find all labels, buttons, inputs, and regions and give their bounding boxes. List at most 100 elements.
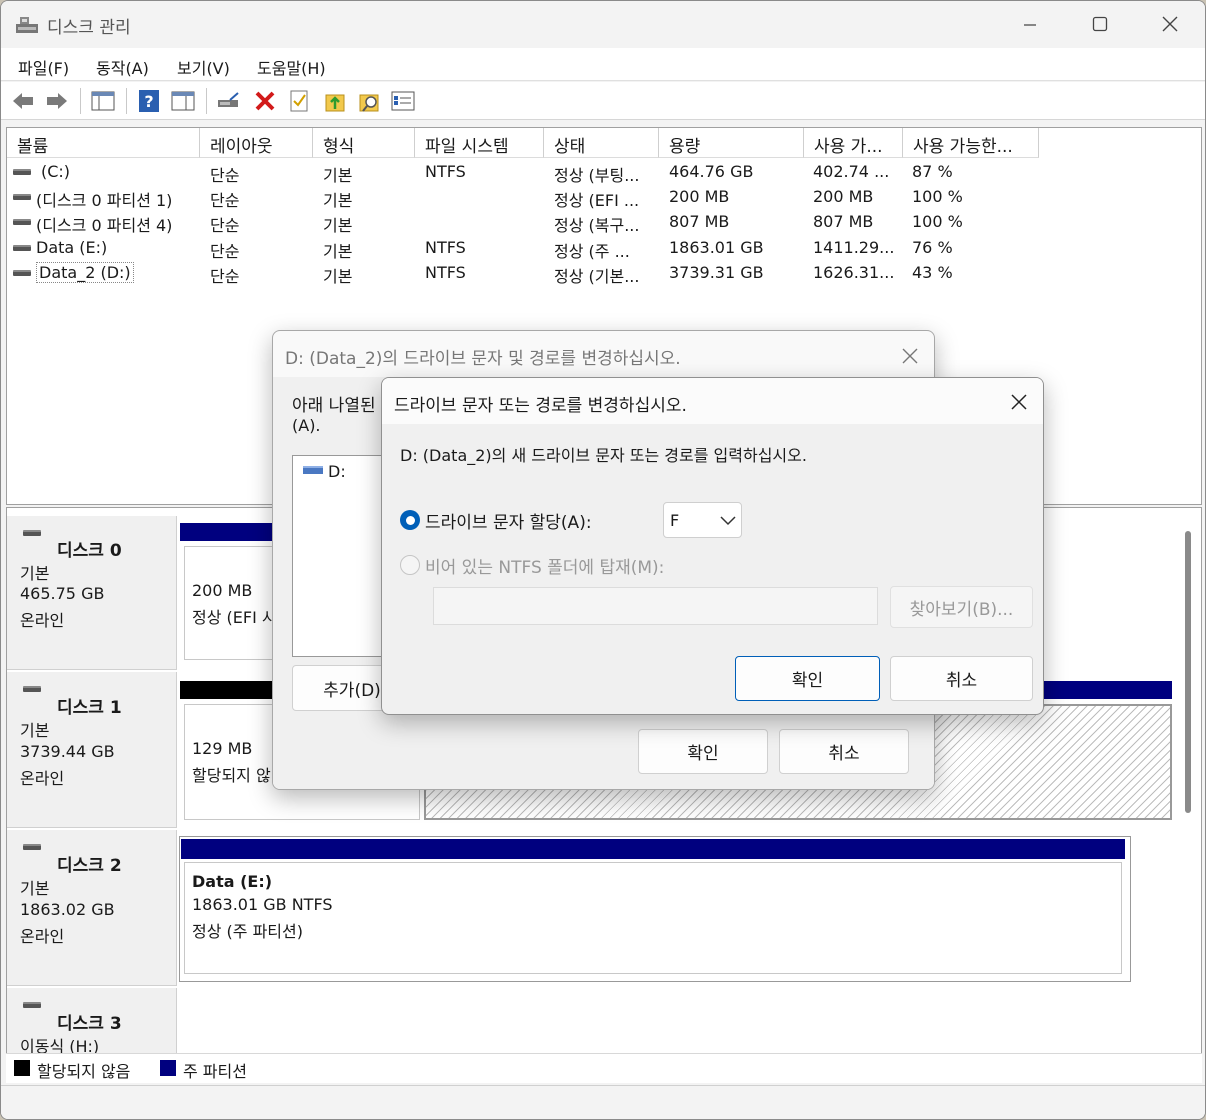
drive-icon xyxy=(13,169,31,175)
column-header-layout[interactable]: 레이아웃 xyxy=(200,128,313,158)
disk-2-label[interactable]: 디스크 2 기본 1863.02 GB 온라인 xyxy=(7,830,177,986)
title-bar: 디스크 관리 xyxy=(1,1,1205,48)
column-header-capacity[interactable]: 용량 xyxy=(659,128,804,158)
volume-row-selected[interactable]: Data_2 (D:) 단순 기본 NTFS 정상 (기본... 3739.31… xyxy=(7,261,1201,286)
show-hide-pane-button[interactable] xyxy=(170,88,196,114)
column-header-filesystem[interactable]: 파일 시스템 xyxy=(415,128,544,158)
pane-icon xyxy=(171,91,195,111)
properties-button[interactable] xyxy=(286,88,312,114)
disk-3-label[interactable]: 디스크 3 이동식 (H:) xyxy=(7,988,177,1056)
connect-drive-button[interactable] xyxy=(216,88,242,114)
folder-up-icon xyxy=(325,94,345,112)
volume-name: (디스크 0 파티션 1) xyxy=(36,191,173,210)
volume-status: 정상 (EFI ... xyxy=(554,191,640,210)
column-header-free-space[interactable]: 사용 가... xyxy=(804,128,903,158)
volume-pct: 76 % xyxy=(912,238,953,257)
column-header-status[interactable]: 상태 xyxy=(544,128,659,158)
disk-icon xyxy=(23,686,41,692)
settings-list-button[interactable] xyxy=(390,88,416,114)
disk-size: 3739.44 GB xyxy=(20,742,115,761)
partition-block[interactable]: Data (E:) 1863.01 GB NTFS 정상 (주 파티션) xyxy=(184,862,1122,974)
column-header-percent-free[interactable]: 사용 가능한... xyxy=(903,128,1039,158)
assign-letter-radio[interactable] xyxy=(400,510,420,530)
volume-type: 기본 xyxy=(323,166,353,185)
outer-cancel-button[interactable]: 취소 xyxy=(779,729,909,774)
disk-size: 1863.02 GB xyxy=(20,900,115,919)
status-bar xyxy=(1,1085,1205,1119)
delete-button[interactable] xyxy=(252,88,278,114)
volume-capacity: 200 MB xyxy=(669,187,730,206)
volume-type: 기본 xyxy=(323,242,353,261)
open-button[interactable] xyxy=(322,88,348,114)
minimize-button[interactable] xyxy=(995,1,1065,47)
volume-pct: 43 % xyxy=(912,263,953,282)
column-header-type[interactable]: 형식 xyxy=(313,128,415,158)
menu-file[interactable]: 파일(F) xyxy=(18,55,69,79)
mount-folder-label[interactable]: 비어 있는 NTFS 폴더에 탑재(M): xyxy=(425,553,664,578)
partition-name: Data (E:) xyxy=(192,872,273,891)
volume-pct: 100 % xyxy=(912,187,963,206)
explore-button[interactable] xyxy=(356,88,382,114)
partition-block[interactable]: 200 MB 정상 (EFI 시 xyxy=(184,546,280,660)
drive-letter-select[interactable]: F xyxy=(663,502,742,538)
dialog-close-button[interactable] xyxy=(897,343,923,369)
maximize-icon xyxy=(1092,16,1108,32)
primary-partition-swatch xyxy=(160,1060,176,1076)
volume-row[interactable]: (디스크 0 파티션 4) 단순 기본 정상 (복구... 807 MB 807… xyxy=(7,210,1201,235)
forward-button[interactable] xyxy=(44,88,70,114)
close-button[interactable] xyxy=(1135,1,1205,47)
browse-button[interactable]: 찾아보기(B)... xyxy=(890,586,1033,628)
partition-size: 200 MB xyxy=(192,581,253,600)
volume-status: 정상 (기본... xyxy=(554,267,640,286)
menu-view[interactable]: 보기(V) xyxy=(177,55,230,79)
inner-dialog-titlebar: 드라이브 문자 또는 경로를 변경하십시오. xyxy=(382,378,1043,424)
volume-capacity: 807 MB xyxy=(669,212,730,231)
menu-action[interactable]: 동작(A) xyxy=(96,55,149,79)
disk-name: 디스크 1 xyxy=(57,698,122,718)
drive-icon xyxy=(303,466,323,474)
dialog-close-button[interactable] xyxy=(1006,389,1032,415)
volume-layout: 단순 xyxy=(210,166,240,185)
volume-layout: 단순 xyxy=(210,216,240,235)
disk-1-label[interactable]: 디스크 1 기본 3739.44 GB 온라인 xyxy=(7,672,177,828)
disk-state: 온라인 xyxy=(20,927,65,946)
drive-list-item[interactable]: D: xyxy=(328,462,346,481)
volume-free: 1411.29... xyxy=(813,238,895,257)
volume-row[interactable]: Data (E:) 단순 기본 NTFS 정상 (주 ... 1863.01 G… xyxy=(7,236,1201,261)
help-button[interactable]: ? xyxy=(136,88,162,114)
disk-kind: 기본 xyxy=(20,879,50,898)
drive-icon xyxy=(13,270,31,276)
disk-icon xyxy=(23,844,41,850)
outer-ok-button[interactable]: 확인 xyxy=(638,729,768,774)
unallocated-swatch xyxy=(14,1060,30,1076)
vertical-scrollbar[interactable] xyxy=(1185,531,1191,813)
volume-row[interactable]: (디스크 0 파티션 1) 단순 기본 정상 (EFI ... 200 MB 2… xyxy=(7,185,1201,210)
volume-name: Data (E:) xyxy=(36,238,108,257)
checklist-icon xyxy=(391,91,415,111)
primary-partition-bar xyxy=(181,839,1125,859)
volume-type: 기본 xyxy=(323,191,353,210)
volume-status: 정상 (복구... xyxy=(554,216,640,235)
dialog-title: 드라이브 문자 또는 경로를 변경하십시오. xyxy=(394,396,687,416)
close-icon xyxy=(902,348,918,364)
volume-free: 1626.31... xyxy=(813,263,895,282)
assign-letter-label[interactable]: 드라이브 문자 할당(A): xyxy=(425,508,592,533)
partition-status: 할당되지 않 xyxy=(192,766,271,785)
volume-fs: NTFS xyxy=(425,238,466,257)
volume-layout: 단순 xyxy=(210,242,240,261)
console-tree-button[interactable] xyxy=(90,88,116,114)
volume-row[interactable]: (C:) 단순 기본 NTFS 정상 (부팅... 464.76 GB 402.… xyxy=(7,160,1201,185)
menu-help[interactable]: 도움말(H) xyxy=(257,55,326,79)
folder-path-input[interactable] xyxy=(433,587,878,625)
cancel-button[interactable]: 취소 xyxy=(890,656,1033,701)
back-button[interactable] xyxy=(10,88,36,114)
maximize-button[interactable] xyxy=(1065,1,1135,47)
disk-kind: 기본 xyxy=(20,721,50,740)
mount-folder-radio[interactable] xyxy=(400,555,420,575)
column-header-volume[interactable]: 볼륨 xyxy=(7,128,200,158)
volume-free: 402.74 ... xyxy=(813,162,890,181)
toolbar-separator xyxy=(80,88,81,114)
ok-button[interactable]: 확인 xyxy=(735,656,880,701)
disk-0-label[interactable]: 디스크 0 기본 465.75 GB 온라인 xyxy=(7,516,177,670)
dialog-title: D: (Data_2)의 드라이브 문자 및 경로를 변경하십시오. xyxy=(285,349,681,369)
